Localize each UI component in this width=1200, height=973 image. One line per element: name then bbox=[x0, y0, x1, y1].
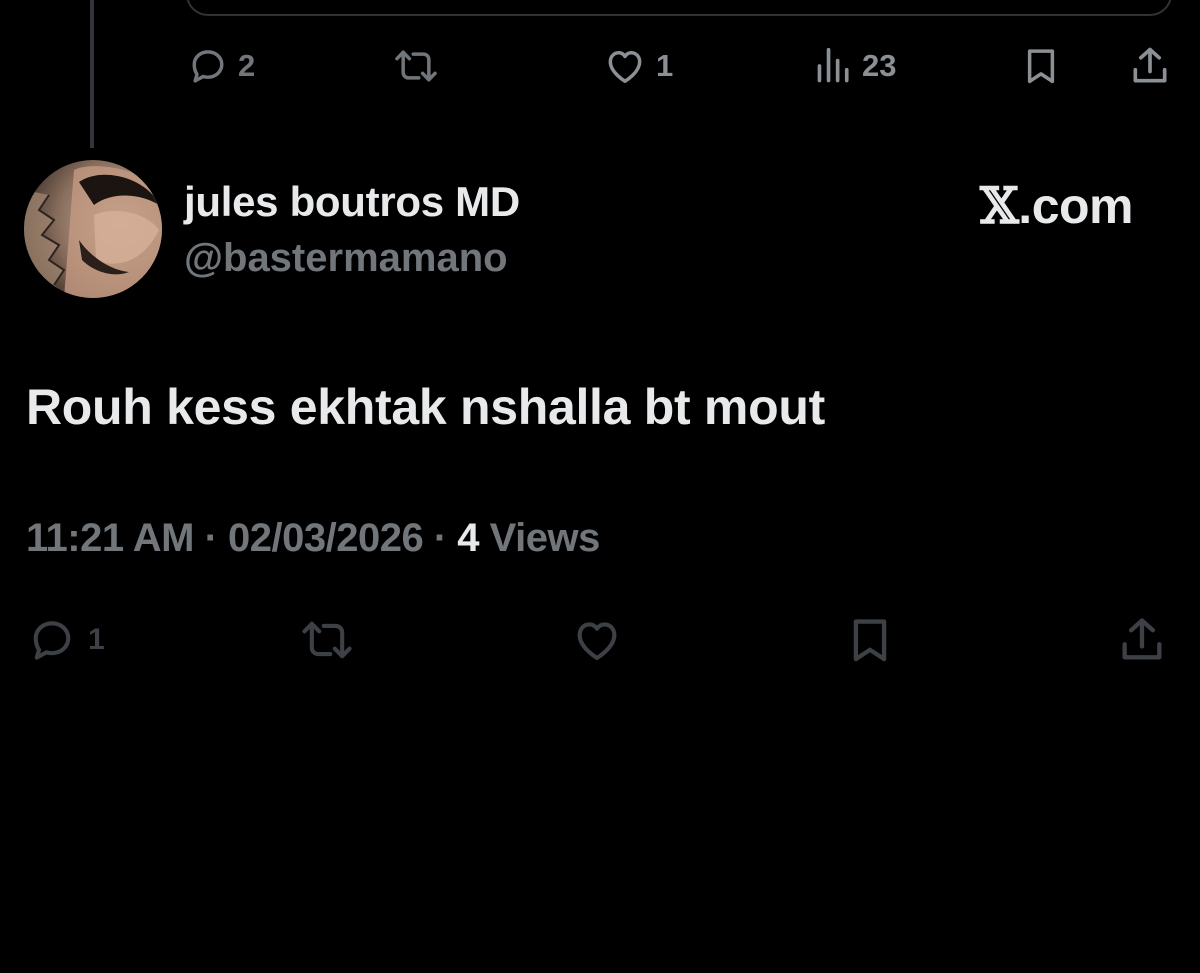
quoted-tweet-card-edge[interactable] bbox=[186, 0, 1172, 16]
tweet-date[interactable]: 02/03/2026 bbox=[228, 516, 424, 560]
repost-arrows-icon bbox=[392, 44, 440, 88]
x-com-watermark: 𝕏.com bbox=[980, 176, 1133, 235]
like-button[interactable] bbox=[568, 614, 626, 666]
tweet-time[interactable]: 11:21 AM bbox=[26, 516, 194, 560]
tweet-metadata: 11:21 AM · 02/03/2026 · 4 Views bbox=[26, 516, 600, 561]
bookmark-button[interactable] bbox=[844, 614, 896, 666]
share-upload-icon bbox=[1114, 614, 1170, 666]
repost-button[interactable] bbox=[392, 44, 440, 88]
repost-arrows-icon bbox=[298, 614, 356, 666]
x-logo-icon: 𝕏 bbox=[980, 176, 1019, 235]
heart-icon bbox=[568, 614, 626, 666]
share-button[interactable] bbox=[1114, 614, 1170, 666]
views-button[interactable]: 23 bbox=[814, 44, 896, 88]
reply-button[interactable]: 2 bbox=[186, 44, 255, 88]
bar-chart-icon bbox=[814, 44, 854, 88]
author-display-name[interactable]: jules boutros MD bbox=[184, 178, 520, 226]
repost-button[interactable] bbox=[298, 614, 356, 666]
bookmark-button[interactable] bbox=[1020, 44, 1062, 88]
speech-bubble-icon bbox=[186, 44, 230, 88]
reply-count: 1 bbox=[88, 623, 105, 656]
share-upload-icon bbox=[1128, 44, 1172, 88]
reply-count: 2 bbox=[238, 48, 256, 83]
tweet-text: Rouh kess ekhtak nshalla bt mout bbox=[26, 379, 825, 435]
reply-button[interactable]: 1 bbox=[24, 614, 105, 666]
site-mark-text: .com bbox=[1018, 178, 1133, 234]
like-count: 1 bbox=[656, 48, 674, 83]
like-button[interactable]: 1 bbox=[602, 44, 673, 88]
author-avatar[interactable] bbox=[24, 160, 162, 298]
meta-separator: · bbox=[433, 516, 447, 560]
tweet-views-count: 4 bbox=[457, 516, 480, 560]
thread-connector-line bbox=[90, 0, 94, 148]
bookmark-icon bbox=[1020, 44, 1062, 88]
heart-icon bbox=[602, 44, 648, 88]
tweet-views-label[interactable]: Views bbox=[490, 516, 601, 560]
share-button[interactable] bbox=[1128, 44, 1172, 88]
meta-separator: · bbox=[204, 516, 218, 560]
speech-bubble-icon bbox=[24, 614, 80, 666]
views-count: 23 bbox=[862, 48, 897, 83]
author-handle[interactable]: @bastermamano bbox=[184, 236, 508, 281]
bookmark-icon bbox=[844, 614, 896, 666]
